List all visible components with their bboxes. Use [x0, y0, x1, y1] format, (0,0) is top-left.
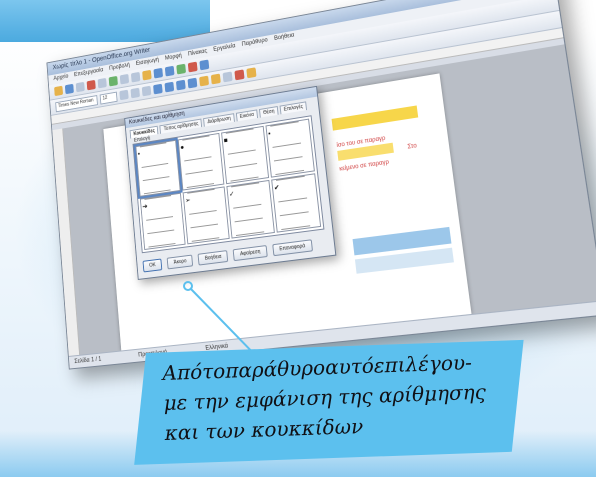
bullet-style-option[interactable]: ➢ — [182, 186, 230, 245]
bullet-glyph: • — [137, 151, 141, 159]
bullet-style-option[interactable]: • — [133, 137, 183, 199]
status-page: Σελίδα 1 / 1 — [74, 356, 102, 366]
bullet-style-option[interactable]: ● — [177, 132, 225, 191]
bullets-numbering-dialog: Κουκκίδες και αρίθμηση Κουκκίδες Τύπος α… — [124, 85, 337, 280]
bullet-style-option[interactable]: ■ — [221, 125, 270, 185]
bullet-glyph: ➔ — [142, 203, 148, 211]
line-sample — [231, 182, 260, 188]
red-paragraph: ίσο του σε παραγρ Στο κείμενο σε παραγρ — [336, 126, 438, 190]
line-sample — [144, 195, 172, 200]
line-sample — [148, 243, 176, 248]
navigator-icon[interactable] — [176, 63, 187, 75]
line-sample — [275, 169, 305, 176]
justify-icon[interactable] — [187, 77, 198, 89]
bullet-glyph: ▪ — [267, 130, 271, 138]
callout-text: Απότοπαράθυροαυτόεπιλέγου- με την εμφάνι… — [162, 345, 525, 448]
save-icon[interactable] — [75, 81, 85, 93]
line-sample — [142, 176, 170, 182]
line-sample — [143, 189, 171, 195]
line-sample — [141, 162, 169, 168]
line-sample — [235, 231, 265, 237]
bullet-style-grid: • ● ■ ▪ ➔ ➢ ✓ ✔ — [132, 115, 325, 254]
help-button[interactable]: Βοήθεια — [197, 250, 229, 266]
bullet-style-option[interactable]: ➔ — [139, 192, 186, 251]
line-sample — [234, 217, 263, 223]
bullets-icon[interactable] — [210, 73, 221, 85]
line-sample — [281, 225, 311, 231]
line-sample — [270, 121, 299, 127]
new-icon[interactable] — [54, 85, 64, 97]
bullet-glyph: ➢ — [184, 197, 191, 205]
line-sample — [276, 175, 305, 181]
paste-icon[interactable] — [142, 69, 152, 81]
ok-button[interactable]: ΟΚ — [142, 258, 163, 273]
font-color-icon[interactable] — [234, 69, 245, 81]
cancel-button[interactable]: Άκυρο — [166, 254, 194, 270]
line-sample — [190, 223, 219, 229]
line-sample — [182, 135, 210, 141]
bullet-glyph: ■ — [223, 137, 229, 145]
redo-icon[interactable] — [164, 65, 175, 77]
bullet-style-option[interactable]: ✓ — [226, 179, 275, 239]
line-sample — [146, 216, 174, 221]
tab-outline[interactable]: Διάρθρωση — [203, 113, 235, 127]
open-icon[interactable] — [64, 83, 74, 95]
line-sample — [229, 163, 258, 169]
bullet-style-option[interactable]: ▪ — [265, 118, 315, 178]
tab-image[interactable]: Εικόνα — [235, 109, 259, 122]
copy-icon[interactable] — [130, 71, 141, 83]
bullet-style-option[interactable]: ✔ — [271, 173, 322, 233]
line-sample — [233, 203, 262, 209]
tab-position[interactable]: Θέση — [258, 106, 279, 118]
line-sample — [189, 210, 217, 215]
align-left-icon[interactable] — [153, 83, 163, 95]
remove-button[interactable]: Αφαίρεση — [232, 245, 268, 262]
bullet-glyph: ● — [180, 144, 185, 152]
line-sample — [184, 156, 212, 162]
numbering-icon[interactable] — [199, 75, 210, 87]
yellow-highlight — [331, 105, 419, 131]
line-sample — [187, 188, 215, 194]
line-sample — [272, 142, 302, 148]
pdf-icon[interactable] — [86, 79, 96, 91]
undo-icon[interactable] — [153, 67, 164, 79]
underline-icon[interactable] — [141, 85, 152, 97]
align-center-icon[interactable] — [164, 81, 175, 93]
line-sample — [185, 169, 213, 175]
highlight-icon[interactable] — [246, 67, 257, 79]
line-sample — [279, 211, 309, 217]
font-size-field[interactable]: 12 — [99, 91, 118, 105]
spellcheck-icon[interactable] — [108, 75, 118, 87]
line-sample — [225, 128, 254, 134]
bullet-glyph: ✓ — [228, 190, 235, 199]
bullet-glyph: ✔ — [273, 184, 280, 193]
tab-options[interactable]: Επιλογές — [279, 101, 308, 115]
zoom-icon[interactable] — [187, 61, 198, 73]
help-icon[interactable] — [199, 59, 210, 71]
italic-icon[interactable] — [130, 87, 140, 99]
bold-icon[interactable] — [119, 89, 129, 101]
cut-icon[interactable] — [119, 73, 130, 85]
line-sample — [191, 237, 220, 242]
writer-window: Χωρίς τίτλο 1 - OpenOffice.org Writer Αρ… — [46, 0, 596, 370]
line-sample — [147, 229, 175, 235]
indent-icon[interactable] — [222, 71, 233, 83]
align-right-icon[interactable] — [175, 79, 186, 91]
line-sample — [139, 142, 167, 148]
line-sample — [227, 149, 256, 155]
line-sample — [186, 183, 215, 189]
reset-button[interactable]: Επαναφορά — [272, 239, 313, 257]
line-sample — [230, 176, 259, 182]
screenshot-perspective: Χωρίς τίτλο 1 - OpenOffice.org Writer Αρ… — [46, 0, 596, 377]
print-icon[interactable] — [97, 77, 107, 89]
line-sample — [278, 197, 308, 203]
line-sample — [273, 156, 303, 162]
